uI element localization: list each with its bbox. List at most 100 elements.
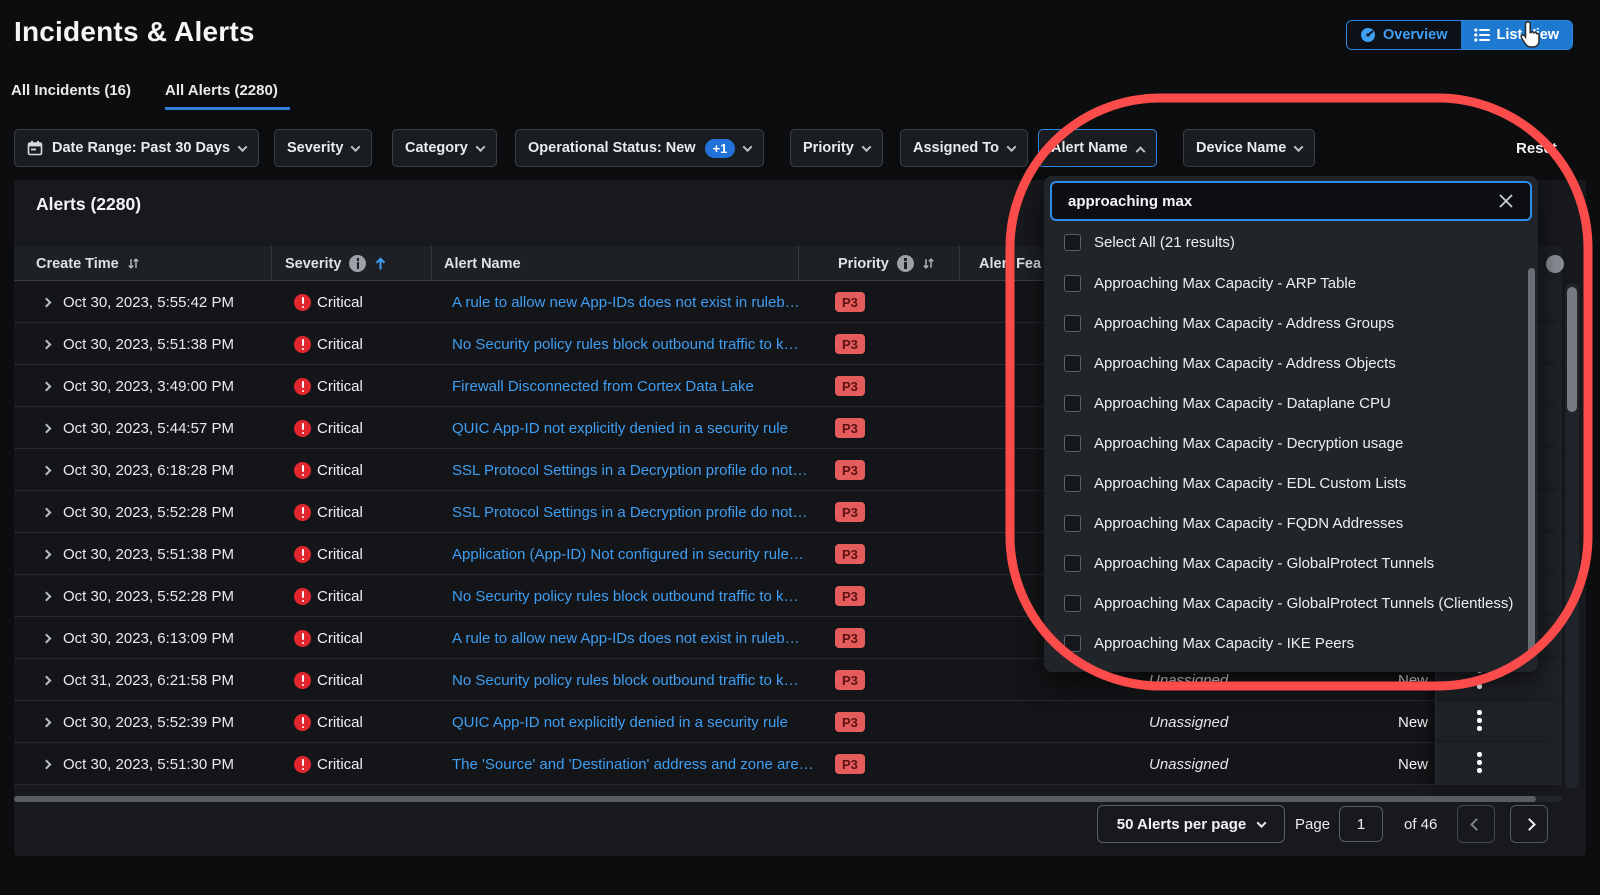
checkbox-icon[interactable] (1064, 475, 1081, 492)
dropdown-option[interactable]: Approaching Max Capacity - FQDN Addresse… (1044, 503, 1522, 543)
checkbox-icon[interactable] (1064, 635, 1081, 652)
clear-search-icon[interactable] (1496, 191, 1516, 211)
filter-operational-status[interactable]: Operational Status: New +1 (515, 129, 764, 167)
checkbox-icon[interactable] (1064, 595, 1081, 612)
next-page-button[interactable] (1510, 805, 1548, 843)
expand-chevron-icon[interactable] (42, 507, 52, 517)
expand-chevron-icon[interactable] (42, 633, 52, 643)
alerts-per-page-select[interactable]: 50 Alerts per page (1097, 805, 1285, 843)
chevron-down-icon (238, 142, 248, 152)
critical-severity-icon (294, 462, 311, 479)
filter-date-range[interactable]: Date Range: Past 30 Days (14, 129, 259, 167)
previous-page-button[interactable] (1457, 805, 1495, 843)
expand-chevron-icon[interactable] (42, 675, 52, 685)
pinned-actions-cell (1435, 701, 1562, 743)
dropdown-option[interactable]: Approaching Max Capacity - IKE Peers (1044, 623, 1522, 663)
checkbox-icon[interactable] (1064, 234, 1081, 251)
alert-name-link[interactable]: No Security policy rules block outbound … (452, 323, 799, 365)
table-row[interactable]: Oct 30, 2023, 5:51:30 PM Critical The 'S… (14, 743, 1562, 785)
option-label: Approaching Max Capacity - ARP Table (1094, 275, 1356, 292)
checkbox-icon[interactable] (1064, 435, 1081, 452)
create-time-cell: Oct 30, 2023, 5:44:57 PM (63, 407, 234, 449)
expand-chevron-icon[interactable] (42, 759, 52, 769)
alert-name-link[interactable]: The 'Source' and 'Destination' address a… (452, 743, 814, 785)
horizontal-scrollbar-thumb[interactable] (14, 796, 1536, 802)
column-alert-name[interactable]: Alert Name (444, 246, 521, 281)
alert-name-link[interactable]: No Security policy rules block outbound … (452, 575, 799, 617)
sort-icon[interactable] (127, 257, 140, 270)
column-create-time[interactable]: Create Time (36, 246, 140, 281)
priority-badge: P3 (835, 544, 865, 564)
dropdown-option[interactable]: Approaching Max Capacity - Dataplane CPU (1044, 383, 1522, 423)
checkbox-icon[interactable] (1064, 315, 1081, 332)
page-number-input[interactable]: 1 (1339, 806, 1383, 842)
expand-chevron-icon[interactable] (42, 591, 52, 601)
dropdown-option[interactable]: Approaching Max Capacity - Address Objec… (1044, 343, 1522, 383)
expand-chevron-icon[interactable] (42, 423, 52, 433)
dropdown-scrollbar-thumb[interactable] (1528, 268, 1535, 655)
alert-name-link[interactable]: SSL Protocol Settings in a Decryption pr… (452, 491, 807, 533)
dropdown-option[interactable]: Approaching Max Capacity - EDL Custom Li… (1044, 463, 1522, 503)
column-priority[interactable]: Priority (838, 246, 935, 281)
chevron-down-icon (1006, 142, 1016, 152)
filter-severity[interactable]: Severity (274, 129, 372, 167)
vertical-scrollbar-thumb[interactable] (1567, 287, 1577, 412)
chevron-right-icon (1523, 818, 1536, 831)
alert-feature-header-label: Alert Fea (979, 256, 1041, 272)
dropdown-option[interactable]: Approaching Max Capacity - ARP Table (1044, 263, 1522, 303)
expand-chevron-icon[interactable] (42, 549, 52, 559)
overview-button[interactable]: Overview (1347, 21, 1461, 49)
checkbox-icon[interactable] (1064, 355, 1081, 372)
critical-severity-icon (294, 714, 311, 731)
reset-filters-button[interactable]: Reset (1516, 129, 1557, 167)
filter-assigned-to[interactable]: Assigned To (900, 129, 1028, 167)
checkbox-icon[interactable] (1064, 515, 1081, 532)
filter-alert-name[interactable]: Alert Name (1038, 129, 1157, 167)
alert-name-link[interactable]: A rule to allow new App-IDs does not exi… (452, 617, 800, 659)
expand-chevron-icon[interactable] (42, 381, 52, 391)
operational-status-label: Operational Status: New (528, 140, 696, 156)
alert-name-link[interactable]: SSL Protocol Settings in a Decryption pr… (452, 449, 807, 491)
expand-chevron-icon[interactable] (42, 465, 52, 475)
list-view-button[interactable]: List View (1461, 21, 1573, 49)
filter-device-name[interactable]: Device Name (1183, 129, 1315, 167)
checkbox-icon[interactable] (1064, 395, 1081, 412)
alert-name-link[interactable]: Firewall Disconnected from Cortex Data L… (452, 365, 754, 407)
info-icon[interactable] (349, 255, 366, 272)
filter-priority[interactable]: Priority (790, 129, 883, 167)
tab-all-incidents[interactable]: All Incidents (16) (11, 82, 131, 99)
select-all-option[interactable]: Select All (21 results) (1044, 222, 1522, 262)
dropdown-option[interactable]: Approaching Max Capacity - GlobalProtect… (1044, 583, 1522, 623)
checkbox-icon[interactable] (1064, 275, 1081, 292)
filter-category[interactable]: Category (392, 129, 497, 167)
expand-chevron-icon[interactable] (42, 297, 52, 307)
alert-name-link[interactable]: A rule to allow new App-IDs does not exi… (452, 281, 800, 323)
info-icon[interactable] (897, 255, 914, 272)
alert-name-link[interactable]: QUIC App-ID not explicitly denied in a s… (452, 407, 788, 449)
checkbox-icon[interactable] (1064, 555, 1081, 572)
table-row[interactable]: Oct 30, 2023, 5:52:39 PM Critical QUIC A… (14, 701, 1562, 743)
sort-ascending-arrow-icon[interactable] (374, 257, 387, 271)
dropdown-option[interactable]: Approaching Max Capacity - GlobalProtect… (1044, 543, 1522, 583)
tab-all-alerts[interactable]: All Alerts (2280) (165, 82, 278, 99)
dropdown-option[interactable]: Approaching Max Capacity - Decryption us… (1044, 423, 1522, 463)
column-severity[interactable]: Severity (285, 246, 387, 281)
critical-severity-icon (294, 630, 311, 647)
create-time-cell: Oct 30, 2023, 5:52:39 PM (63, 701, 234, 743)
priority-badge: P3 (835, 292, 865, 312)
severity-cell: Critical (317, 533, 363, 575)
alert-name-search-input[interactable] (1050, 181, 1532, 221)
priority-filter-label: Priority (803, 140, 854, 156)
alert-name-link[interactable]: No Security policy rules block outbound … (452, 659, 799, 701)
sort-icon[interactable] (922, 257, 935, 270)
expand-chevron-icon[interactable] (42, 339, 52, 349)
row-actions-menu-icon[interactable] (1477, 710, 1482, 731)
expand-chevron-icon[interactable] (42, 717, 52, 727)
row-actions-menu-icon[interactable] (1477, 752, 1482, 773)
alert-name-link[interactable]: Application (App-ID) Not configured in s… (452, 533, 804, 575)
column-settings-icon[interactable] (1546, 255, 1564, 273)
critical-severity-icon (294, 294, 311, 311)
column-alert-feature[interactable]: Alert Fea (979, 246, 1041, 281)
alert-name-link[interactable]: QUIC App-ID not explicitly denied in a s… (452, 701, 788, 743)
dropdown-option[interactable]: Approaching Max Capacity - Address Group… (1044, 303, 1522, 343)
